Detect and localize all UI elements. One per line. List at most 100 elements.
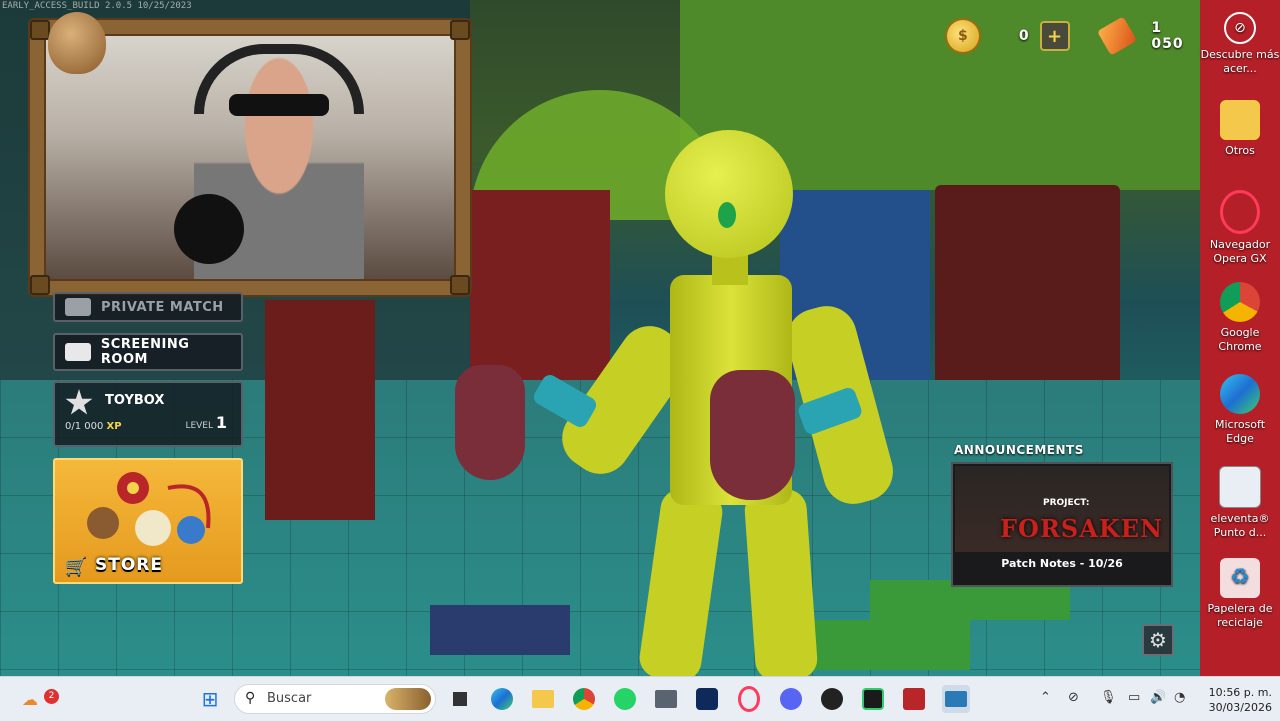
robot-head — [665, 130, 793, 258]
desktop-icon-chrome[interactable]: Google Chrome — [1200, 282, 1280, 354]
toybox-button[interactable]: TOYBOX 0/1 000 XP LEVEL 1 — [53, 381, 243, 447]
toybox-star-icon — [65, 389, 93, 415]
display-icon[interactable]: ▭ — [1128, 690, 1140, 705]
discord-icon — [780, 688, 802, 710]
desktop-icon-label: Papelera de reciclaje — [1207, 602, 1273, 629]
taskbar-discord[interactable] — [777, 685, 805, 713]
microphone-icon[interactable]: 🎙 — [1100, 690, 1117, 705]
screening-room-label: SCREENING ROOM — [100, 337, 190, 367]
frame-peg — [450, 20, 470, 40]
search-box[interactable]: ⚲ Buscar — [234, 684, 436, 714]
taskbar-whatsapp[interactable] — [611, 685, 639, 713]
desktop-icon-label: Google Chrome — [1218, 326, 1262, 353]
settings-gear-button[interactable]: ⚙ — [1142, 624, 1174, 656]
weather-widget[interactable]: ☁ 2 — [16, 685, 59, 713]
taskbar-app-2[interactable] — [818, 685, 846, 713]
player-character — [450, 130, 930, 676]
desktop-icon-label: Otros — [1225, 144, 1255, 157]
announcement-card[interactable]: PROJECT: FORSAKEN Patch Notes - 10/26 — [951, 462, 1173, 587]
store-characters-art — [87, 472, 211, 546]
frame-peg — [450, 275, 470, 295]
desktop-icon-label: Navegador Opera GX — [1209, 238, 1271, 265]
windows-icon: ⊞ — [201, 687, 219, 711]
store-label: STORE — [95, 555, 163, 575]
grabpack-hand-right — [710, 370, 795, 500]
desktop-icon-label: Microsoft Edge — [1214, 418, 1266, 445]
desktop-icon-acer[interactable]: ⊘ Descubre más acer... — [1200, 12, 1280, 76]
xp-value: 0/1 000 — [65, 421, 104, 432]
disney-plus-icon — [696, 688, 718, 710]
currency-hud: $ 0 + 1 050 — [945, 16, 1200, 56]
patch-notes-label: Patch Notes - 10/26 — [1001, 557, 1123, 570]
build-label: EARLY_ACCESS_BUILD 2.0.5 10/25/2023 — [2, 1, 192, 11]
level-value: 1 — [215, 413, 227, 432]
clock[interactable]: 10:56 p. m. 30/03/2026 — [1196, 685, 1272, 715]
taskbar-roblox[interactable] — [900, 685, 928, 713]
network-off-icon[interactable]: ⊘ — [1068, 690, 1079, 705]
grabpack-hand-left — [455, 365, 525, 480]
chevron-up-icon[interactable]: ⌃ — [1040, 690, 1051, 705]
recycle-bin-icon: ♻ — [1220, 558, 1260, 598]
whatsapp-icon — [614, 688, 636, 710]
taskbar-opera-gx[interactable] — [735, 685, 763, 713]
desktop-background: ⊘ Descubre más acer... Otros Navegador O… — [1200, 0, 1280, 676]
screening-room-button[interactable]: SCREENING ROOM — [53, 333, 243, 371]
store-button[interactable]: 🛒 STORE — [53, 458, 243, 584]
ticket-icon — [1096, 16, 1137, 56]
taskbar-file-explorer[interactable] — [529, 685, 557, 713]
search-placeholder: Buscar — [267, 691, 312, 706]
active-app-icon — [945, 691, 967, 707]
opera-gx-icon — [1220, 190, 1260, 234]
edge-icon — [1220, 374, 1260, 414]
task-view-button[interactable] — [446, 685, 474, 713]
add-currency-button[interactable]: + — [1039, 21, 1070, 51]
robot-leg-left — [637, 486, 725, 676]
taskbar: ☁ 2 ⊞ ⚲ Buscar ⌃ ⊘ 🎙 ▭ 🔊 ◔ 10:56 p. m. 3… — [0, 676, 1280, 721]
chrome-icon — [573, 688, 595, 710]
taskbar-edge[interactable] — [488, 685, 516, 713]
private-match-label: PRIVATE MATCH — [101, 299, 224, 315]
taskbar-app[interactable] — [652, 685, 680, 713]
coin-icon: $ — [945, 18, 981, 54]
taskbar-active-app[interactable] — [942, 685, 970, 713]
taskbar-disney-plus[interactable] — [693, 685, 721, 713]
weather-badge: 2 — [44, 689, 59, 704]
xp-unit: XP — [106, 421, 122, 432]
taskbar-app-3[interactable] — [859, 685, 887, 713]
toybox-label: TOYBOX — [105, 393, 165, 408]
app-icon — [862, 688, 884, 710]
app-icon — [821, 688, 843, 710]
desktop-icon-eleventa[interactable]: eleventa® Punto d... — [1200, 466, 1280, 540]
frame-peg — [30, 275, 50, 295]
taskbar-chrome[interactable] — [570, 685, 598, 713]
folder-icon — [1220, 100, 1260, 140]
private-match-button[interactable]: PRIVATE MATCH — [53, 292, 243, 322]
desktop-icon-opera-gx[interactable]: Navegador Opera GX — [1200, 190, 1280, 266]
red-pillar-left — [265, 300, 375, 520]
wifi-icon[interactable]: ◔ — [1174, 690, 1185, 705]
opera-gx-icon — [738, 686, 760, 712]
chrome-icon — [1220, 282, 1260, 322]
desktop-icon-label: Descubre más acer... — [1200, 48, 1280, 75]
desktop-icon-label: eleventa® Punto d... — [1210, 512, 1270, 539]
edge-icon — [491, 688, 513, 710]
project-label: PROJECT: — [1043, 498, 1090, 508]
search-icon: ⚲ — [245, 690, 256, 706]
start-button[interactable]: ⊞ — [196, 685, 224, 713]
acorn-badge-icon — [48, 12, 106, 74]
gear-icon: ⚙ — [1149, 628, 1167, 652]
weather-icon: ☁ — [22, 689, 38, 709]
eleventa-icon — [1219, 466, 1261, 508]
level-label: LEVEL — [185, 421, 213, 431]
desktop-icon-edge[interactable]: Microsoft Edge — [1200, 374, 1280, 446]
announcement-image: PROJECT: FORSAKEN — [955, 466, 1169, 552]
game-viewport[interactable]: EARLY_ACCESS_BUILD 2.0.5 10/25/2023 $ 0 … — [0, 0, 1200, 676]
desktop-icon-otros[interactable]: Otros — [1200, 100, 1280, 158]
robot-eye — [718, 202, 736, 228]
clock-date: 30/03/2026 — [1208, 701, 1272, 714]
frame-peg — [30, 20, 50, 40]
toybox-xp: 0/1 000 XP — [65, 421, 122, 432]
desktop-icon-recycle-bin[interactable]: ♻ Papelera de reciclaje — [1200, 558, 1280, 630]
volume-icon[interactable]: 🔊 — [1150, 690, 1166, 705]
webcam-overlay — [30, 12, 470, 295]
